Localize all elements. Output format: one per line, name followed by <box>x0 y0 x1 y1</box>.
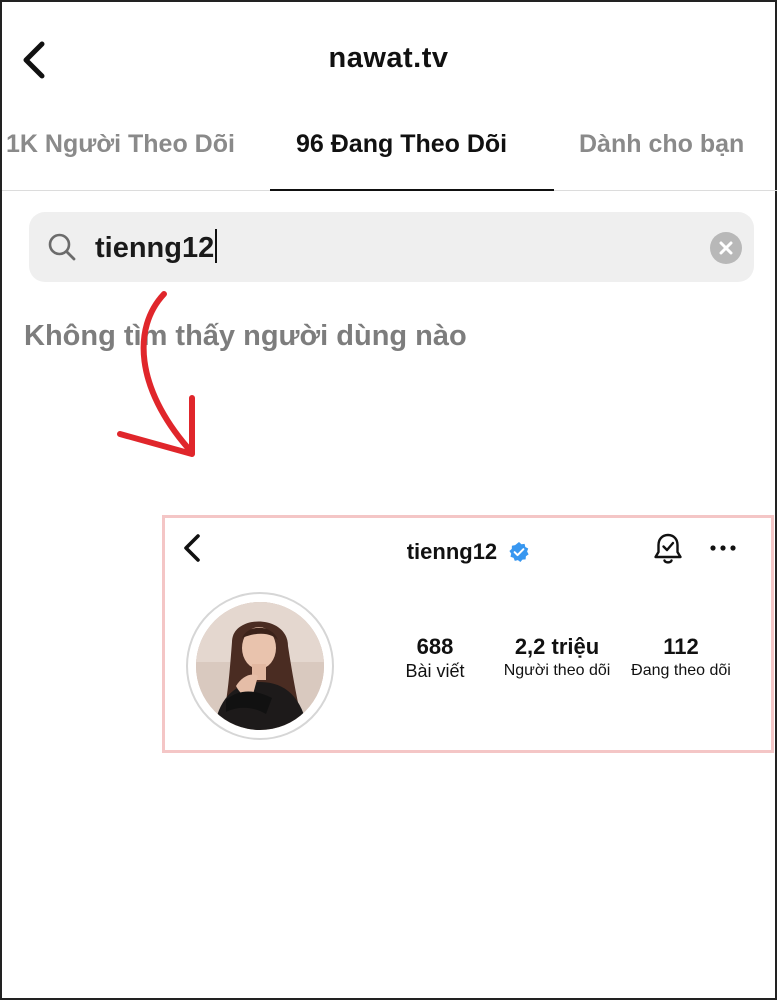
clear-icon[interactable] <box>710 232 742 264</box>
more-options-icon[interactable] <box>709 540 737 556</box>
profile-username-text: tienng12 <box>406 539 498 565</box>
avatar[interactable] <box>186 592 334 740</box>
search-icon <box>48 233 76 261</box>
tab-bar: 1K Người Theo Dõi 96 Đang Theo Dõi Dành … <box>2 122 777 191</box>
text-caret <box>215 229 218 263</box>
bell-icon[interactable] <box>652 532 684 566</box>
search-query-text: tienng12 <box>95 232 215 264</box>
stat-followers[interactable]: 2,2 triệu Người theo dõi <box>495 634 619 682</box>
screen-frame: nawat.tv 1K Người Theo Dõi 96 Đang Theo … <box>0 0 777 1000</box>
stat-following[interactable]: 112 Đang theo dõi <box>621 634 741 682</box>
stat-followers-label: Người theo dõi <box>503 662 611 679</box>
active-tab-indicator <box>270 189 554 191</box>
profile-card: tienng12 688 Bài viết 2,2 triệu Người th… <box>162 515 774 753</box>
stat-posts[interactable]: 688 Bài viết <box>389 634 481 682</box>
avatar-photo <box>196 602 324 730</box>
stat-posts-value: 688 <box>416 634 454 659</box>
stat-posts-label: Bài viết <box>405 661 465 681</box>
tab-followers[interactable]: 1K Người Theo Dõi <box>6 130 235 159</box>
verified-badge-icon <box>509 542 529 563</box>
search-query: tienng12 <box>95 229 218 265</box>
stat-followers-value: 2,2 triệu <box>514 634 600 659</box>
page-title: nawat.tv <box>328 42 449 74</box>
stat-following-label: Đang theo dõi <box>631 662 731 679</box>
empty-state-message: Không tìm thấy người dùng nào <box>24 320 467 352</box>
profile-photo-illustration <box>196 602 324 730</box>
search-input[interactable]: tienng12 <box>29 212 754 282</box>
tab-for-you[interactable]: Dành cho bạn <box>579 130 744 159</box>
close-icon <box>719 241 733 255</box>
stat-following-value: 112 <box>663 634 699 659</box>
tab-following[interactable]: 96 Đang Theo Dõi <box>296 130 507 159</box>
curved-arrow-icon <box>117 291 195 457</box>
